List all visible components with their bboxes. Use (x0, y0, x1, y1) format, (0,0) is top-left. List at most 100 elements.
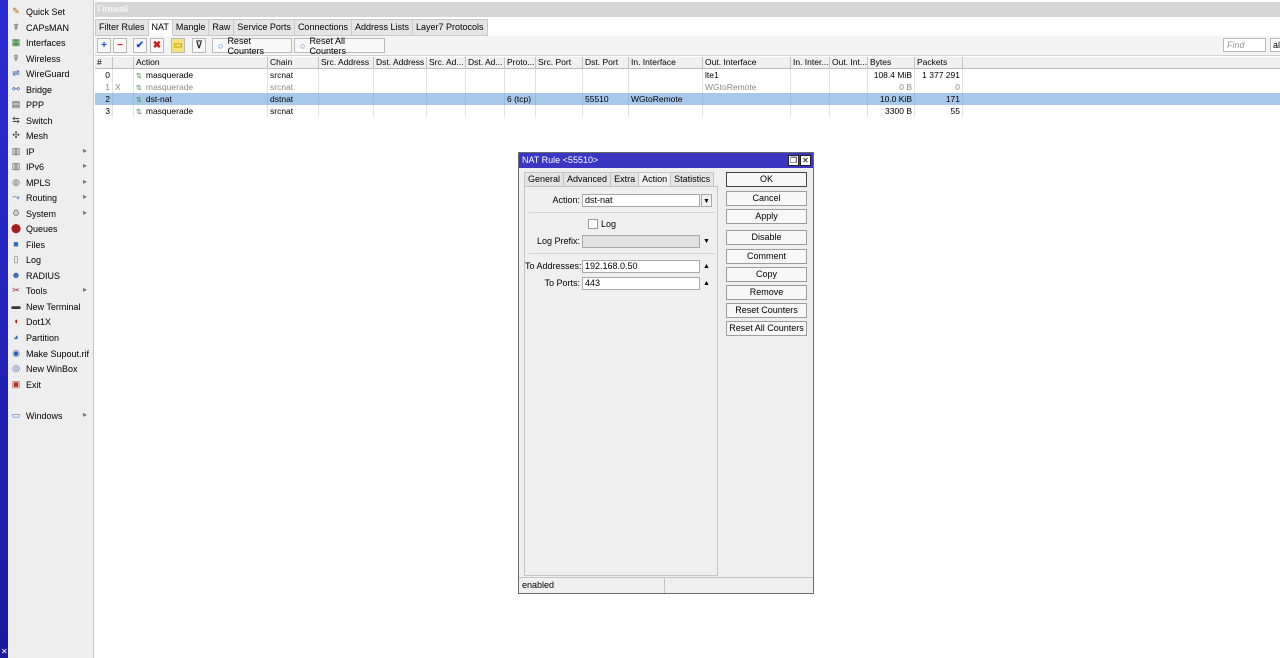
sidebar-item-wireguard[interactable]: ⇌ WireGuard (8, 66, 94, 81)
find-input[interactable]: Find (1223, 38, 1266, 52)
sidebar-item-label: Windows (26, 410, 63, 421)
table-cell (536, 69, 583, 81)
table-cell (113, 69, 134, 81)
column-header-in-inter[interactable]: In. Inter... (791, 57, 830, 69)
sidebar-item-files[interactable]: ■ Files (8, 237, 94, 252)
sidebar-item-quick-set[interactable]: ✎ Quick Set (8, 4, 94, 19)
action-select[interactable]: dst-nat (582, 194, 700, 207)
tab-service-ports[interactable]: Service Ports (234, 19, 295, 36)
sidebar-item-capsman[interactable]: ☤ CAPsMAN (8, 20, 94, 35)
sidebar-item-exit[interactable]: ▣ Exit (8, 377, 94, 392)
tab-filter-rules[interactable]: Filter Rules (95, 19, 149, 36)
tab-connections[interactable]: Connections (294, 19, 352, 36)
restore-icon[interactable]: ❐ (788, 155, 799, 166)
column-header-proto[interactable]: Proto... (505, 57, 536, 69)
tab-raw[interactable]: Raw (209, 19, 235, 36)
submenu-arrow-icon: ▸ (82, 192, 87, 201)
column-header-action[interactable]: Action (134, 57, 268, 69)
cancel-button[interactable]: Cancel (726, 191, 807, 206)
sidebar-item-partition[interactable]: ◕ Partition (8, 330, 94, 345)
table-row[interactable]: 2 ⇅ dst-nat dstnat 6 (tcp) 55510 WGtoRemote 10.… (95, 93, 1280, 105)
table-row[interactable]: 1 X ⇅ masquerade srcnat WGtoRemote 0 B0 (95, 81, 1280, 93)
tab-nat[interactable]: NAT (148, 19, 173, 36)
sidebar-item-mpls[interactable]: ◍ MPLS ▸ (8, 175, 94, 190)
sidebar-item-new-terminal[interactable]: ▬ New Terminal (8, 299, 94, 314)
comment-button[interactable]: ▭ (171, 38, 185, 53)
column-header-flags[interactable] (113, 57, 134, 69)
sidebar-item-wireless[interactable]: ☤ Wireless (8, 51, 94, 66)
apply-button[interactable]: Apply (726, 209, 807, 224)
column-header-src-port[interactable]: Src. Port (536, 57, 583, 69)
sidebar-item-dot1x[interactable]: ◖ Dot1X (8, 314, 94, 329)
table-row[interactable]: 3 ⇅ masquerade srcnat 3300 B 55 (95, 105, 1280, 117)
dialog-tab-advanced[interactable]: Advanced (564, 172, 612, 187)
tab-mangle[interactable]: Mangle (172, 19, 210, 36)
ok-button[interactable]: OK (726, 172, 807, 187)
divider (529, 253, 715, 254)
collapse-up-icon[interactable]: ▲ (701, 260, 712, 273)
table-cell: dstnat (268, 93, 319, 105)
to-ports-input[interactable]: 443 (582, 277, 700, 290)
dialog-tab-statistics[interactable]: Statistics (671, 172, 715, 187)
sidebar-item-windows[interactable]: ▭ Windows ▸ (8, 408, 94, 423)
sidebar-item-routing[interactable]: ⤳ Routing ▸ (8, 190, 94, 205)
copy-button[interactable]: Copy (726, 267, 807, 282)
remove-rule-button[interactable]: − (113, 38, 127, 53)
log-checkbox[interactable] (588, 219, 598, 229)
disable-rule-button[interactable]: ✖ (150, 38, 164, 53)
column-header-chain[interactable]: Chain (268, 57, 319, 69)
column-header-out-int[interactable]: Out. Int... (830, 57, 868, 69)
reset-all-counters-button[interactable]: ○ Reset All Counters (294, 36, 385, 56)
column-header-src-address[interactable]: Src. Address (319, 57, 374, 69)
column-header-number[interactable]: # (95, 57, 113, 69)
column-header-dst-port[interactable]: Dst. Port (583, 57, 629, 69)
dialog-tab-extra[interactable]: Extra (611, 172, 640, 187)
to-addresses-input[interactable]: 192.168.0.50 (582, 260, 700, 273)
sidebar-item-tools[interactable]: ✂ Tools ▸ (8, 283, 94, 298)
log-prefix-input[interactable] (582, 235, 700, 248)
tab-address-lists[interactable]: Address Lists (351, 19, 414, 36)
column-header-packets[interactable]: Packets (915, 57, 963, 69)
sidebar-item-bridge[interactable]: ⚯ Bridge (8, 82, 94, 97)
reset-all-counters-button[interactable]: Reset All Counters (726, 321, 807, 336)
collapse-up-icon[interactable]: ▲ (701, 277, 712, 290)
chevron-down-icon[interactable]: ▼ (701, 194, 712, 207)
remove-button[interactable]: Remove (726, 285, 807, 300)
dialog-tab-action[interactable]: Action (639, 172, 672, 187)
tab-layer7-protocols[interactable]: Layer7 Protocols (413, 19, 488, 36)
sidebar-item-make-supout-rif[interactable]: ◉ Make Supout.rif (8, 346, 94, 361)
chain-filter-select[interactable]: all (1270, 38, 1280, 52)
sidebar-item-switch[interactable]: ⇆ Switch (8, 113, 94, 128)
sidebar-item-label: Tools (26, 285, 48, 296)
enable-rule-button[interactable]: ✔ (133, 38, 147, 53)
sidebar-item-system[interactable]: ⚙ System ▸ (8, 206, 94, 221)
table-row[interactable]: 0 ⇅ masquerade srcnat lte1 108.4 MiB 1 377 291 (95, 69, 1280, 81)
column-header-out-interface[interactable]: Out. Interface (703, 57, 791, 69)
collapse-icon[interactable]: ✕ (1, 647, 8, 656)
sidebar-item-log[interactable]: ▯ Log (8, 252, 94, 267)
table-cell (629, 81, 703, 93)
sidebar-item-ipv6[interactable]: ▥ IPv6 ▸ (8, 159, 94, 174)
comment-button[interactable]: Comment (726, 249, 807, 264)
add-rule-button[interactable]: + (97, 38, 111, 53)
sidebar-item-ip[interactable]: ▥ IP ▸ (8, 144, 94, 159)
sidebar-item-ppp[interactable]: ▤ PPP (8, 97, 94, 112)
filter-button[interactable]: ⊽ (192, 38, 206, 53)
dialog-tab-general[interactable]: General (524, 172, 565, 187)
reset-counters-button[interactable]: Reset Counters (726, 303, 807, 318)
disable-button[interactable]: Disable (726, 230, 807, 245)
sidebar-item-radius[interactable]: ☻ RADIUS (8, 268, 94, 283)
sidebar-item-interfaces[interactable]: ▦ Interfaces (8, 35, 94, 50)
column-header-dst-address[interactable]: Dst. Address (374, 57, 427, 69)
column-header-dst-ad[interactable]: Dst. Ad... (466, 57, 505, 69)
sidebar-item-mesh[interactable]: ✣ Mesh (8, 128, 94, 143)
column-header-bytes[interactable]: Bytes (868, 57, 915, 69)
column-header-in-interface[interactable]: In. Interface (629, 57, 703, 69)
sidebar-item-new-winbox[interactable]: ◎ New WinBox (8, 361, 94, 376)
close-icon[interactable]: ✕ (800, 155, 811, 166)
column-header-src-ad[interactable]: Src. Ad... (427, 57, 466, 69)
dropdown-icon[interactable]: ▼ (701, 235, 712, 248)
dialog-title-bar[interactable]: NAT Rule <55510> ❐ ✕ (519, 153, 813, 168)
sidebar-item-queues[interactable]: ⬤ Queues (8, 221, 94, 236)
reset-counters-button[interactable]: ○ Reset Counters (212, 36, 292, 56)
